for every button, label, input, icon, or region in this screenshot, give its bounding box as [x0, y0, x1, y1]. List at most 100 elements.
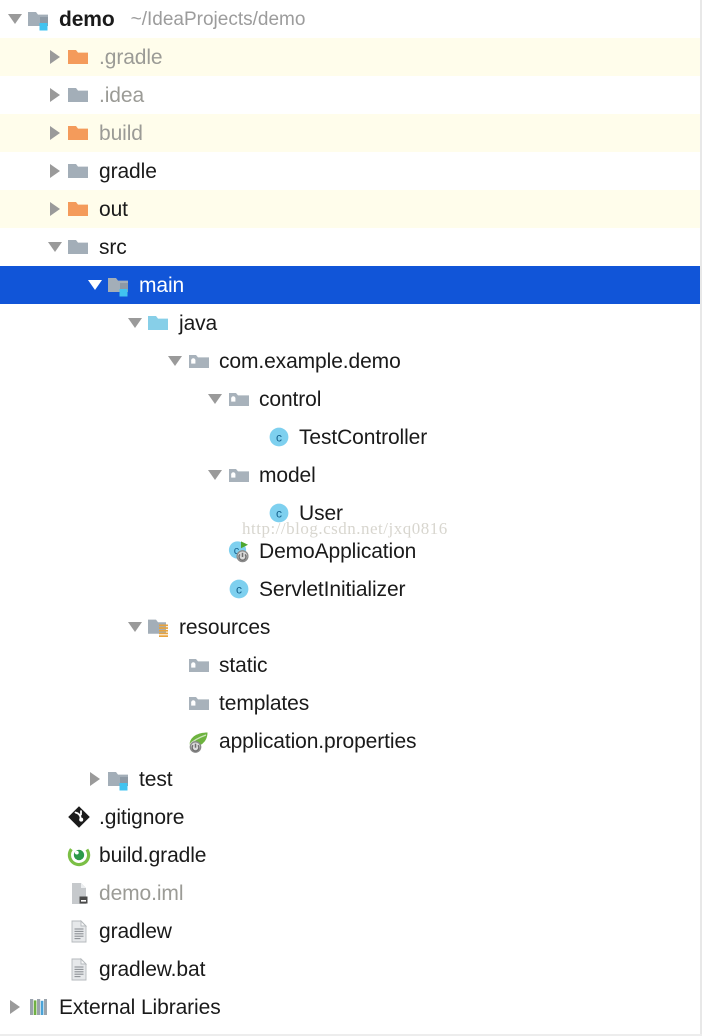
collapse-arrow-icon[interactable] [124, 304, 146, 342]
tree-row[interactable]: templates [0, 684, 702, 722]
java-class-icon: c [266, 424, 292, 450]
tree-row[interactable]: control [0, 380, 702, 418]
tree-node-label: gradlew.bat [99, 959, 205, 980]
tree-node-label: User [299, 503, 343, 524]
tree-node-label: .idea [99, 85, 144, 106]
expand-arrow-icon[interactable] [44, 76, 66, 114]
tree-row[interactable]: build.gradle [0, 836, 702, 874]
expand-arrow-icon[interactable] [44, 152, 66, 190]
git-icon [66, 804, 92, 830]
tree-row[interactable]: test [0, 760, 702, 798]
module-folder-icon [26, 6, 52, 32]
collapse-arrow-icon[interactable] [4, 0, 26, 38]
tree-row[interactable]: gradlew [0, 912, 702, 950]
project-path-label: ~/IdeaProjects/demo [131, 10, 306, 29]
tree-row[interactable]: c DemoApplication [0, 532, 702, 570]
tree-row[interactable]: demo~/IdeaProjects/demo [0, 0, 702, 38]
tree-node-label: .gitignore [99, 807, 184, 828]
tree-node-label: gradlew [99, 921, 172, 942]
folder-source-blue-icon [146, 310, 172, 336]
tree-row[interactable]: .idea [0, 76, 702, 114]
tree-row[interactable]: gradle [0, 152, 702, 190]
tree-node-label: test [139, 769, 172, 790]
twisty-placeholder [44, 798, 66, 836]
tree-row[interactable]: model [0, 456, 702, 494]
gradle-icon [66, 842, 92, 868]
twisty-placeholder [204, 532, 226, 570]
tree-row[interactable]: c ServletInitializer [0, 570, 702, 608]
tree-node-label: External Libraries [59, 997, 221, 1018]
tree-node-label: src [99, 237, 127, 258]
tree-row[interactable]: gradlew.bat [0, 950, 702, 988]
expand-arrow-icon[interactable] [44, 114, 66, 152]
spring-leaf-icon [186, 728, 212, 754]
java-class-icon: c [266, 500, 292, 526]
collapse-arrow-icon[interactable] [84, 266, 106, 304]
twisty-placeholder [44, 874, 66, 912]
tree-node-label: ServletInitializer [259, 579, 405, 600]
tree-node-label: main [139, 275, 184, 296]
package-icon [186, 690, 212, 716]
tree-row[interactable]: java [0, 304, 702, 342]
package-icon [226, 462, 252, 488]
twisty-placeholder [44, 912, 66, 950]
collapse-arrow-icon[interactable] [124, 608, 146, 646]
tree-row[interactable]: .gradle [0, 38, 702, 76]
tree-node-label: build.gradle [99, 845, 206, 866]
folder-orange-icon [66, 44, 92, 70]
tree-node-label: DemoApplication [259, 541, 416, 562]
tree-row[interactable]: application.properties [0, 722, 702, 760]
tree-row[interactable]: c TestController [0, 418, 702, 456]
tree-row[interactable]: com.example.demo [0, 342, 702, 380]
iml-file-icon [66, 880, 92, 906]
package-icon [186, 348, 212, 374]
tree-node-label: static [219, 655, 267, 676]
tree-row[interactable]: build [0, 114, 702, 152]
collapse-arrow-icon[interactable] [44, 228, 66, 266]
tree-row[interactable]: out [0, 190, 702, 228]
twisty-placeholder [244, 494, 266, 532]
tree-row[interactable]: src [0, 228, 702, 266]
tree-node-label: out [99, 199, 128, 220]
tree-node-label: TestController [299, 427, 427, 448]
twisty-placeholder [164, 646, 186, 684]
tree-row[interactable]: static [0, 646, 702, 684]
tree-node-label: build [99, 123, 143, 144]
spring-boot-class-icon: c [226, 538, 252, 564]
tree-row[interactable]: resources [0, 608, 702, 646]
expand-arrow-icon[interactable] [44, 38, 66, 76]
expand-arrow-icon[interactable] [4, 988, 26, 1026]
package-icon [186, 652, 212, 678]
folder-gray-icon [66, 158, 92, 184]
tree-row[interactable]: External Libraries [0, 988, 702, 1026]
tree-node-label: model [259, 465, 316, 486]
tree-row[interactable]: main [0, 266, 702, 304]
tree-row[interactable]: c User [0, 494, 702, 532]
collapse-arrow-icon[interactable] [204, 380, 226, 418]
tree-row[interactable]: .gitignore [0, 798, 702, 836]
tree-node-label: application.properties [219, 731, 416, 752]
collapse-arrow-icon[interactable] [204, 456, 226, 494]
resources-folder-icon [146, 614, 172, 640]
expand-arrow-icon[interactable] [44, 190, 66, 228]
tree-node-label: resources [179, 617, 270, 638]
twisty-placeholder [164, 722, 186, 760]
java-class-icon: c [226, 576, 252, 602]
collapse-arrow-icon[interactable] [164, 342, 186, 380]
twisty-placeholder [44, 836, 66, 874]
tree-node-label: templates [219, 693, 309, 714]
folder-orange-icon [66, 196, 92, 222]
tree-node-label: java [179, 313, 217, 334]
module-folder-icon [106, 766, 132, 792]
twisty-placeholder [164, 684, 186, 722]
folder-gray-icon [66, 82, 92, 108]
project-tree[interactable]: demo~/IdeaProjects/demo.gradle .idea build… [0, 0, 702, 1036]
tree-node-label: com.example.demo [219, 351, 401, 372]
folder-gray-icon [66, 234, 92, 260]
module-folder-icon [106, 272, 132, 298]
svg-text:c: c [276, 431, 282, 445]
folder-orange-icon [66, 120, 92, 146]
svg-text:c: c [276, 507, 282, 521]
tree-row[interactable]: demo.iml [0, 874, 702, 912]
expand-arrow-icon[interactable] [84, 760, 106, 798]
